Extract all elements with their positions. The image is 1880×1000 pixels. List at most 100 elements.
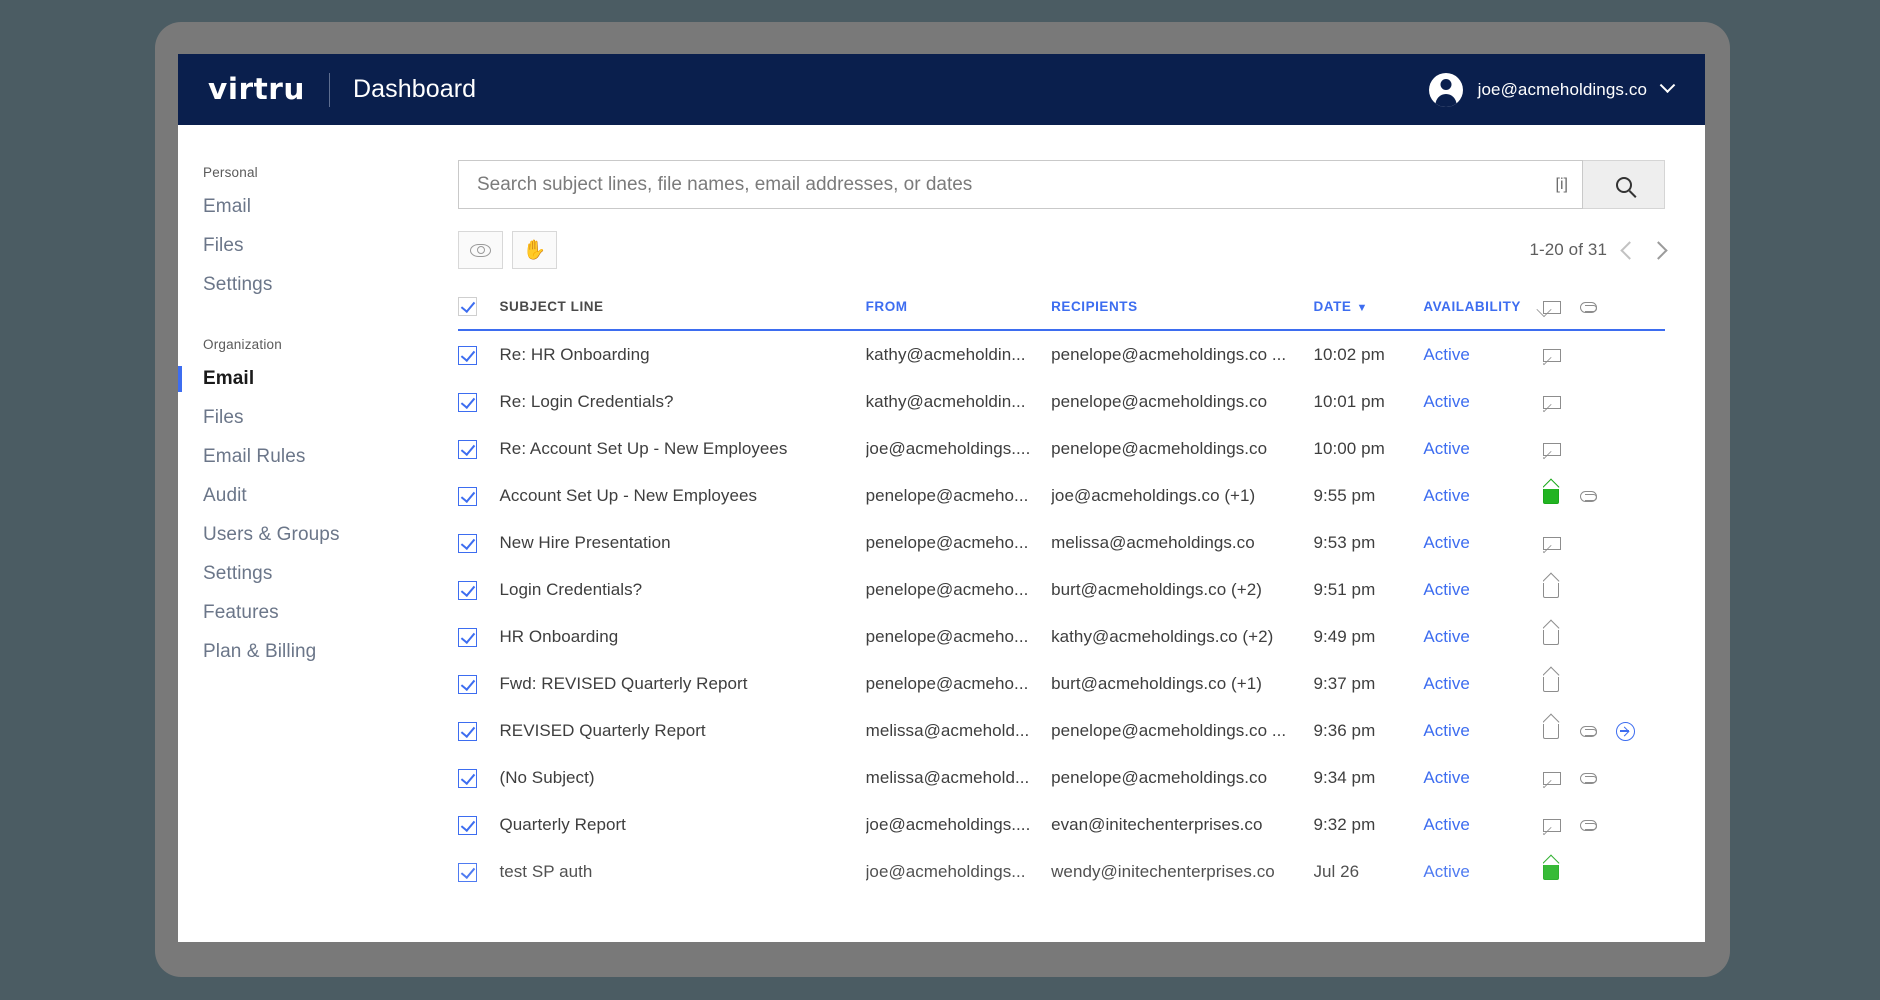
row-subject[interactable]: Re: HR Onboarding bbox=[499, 330, 865, 378]
availability-link[interactable]: Active bbox=[1423, 533, 1470, 552]
sidebar-item-org-features[interactable]: Features bbox=[178, 596, 428, 630]
row-subject[interactable]: Login Credentials? bbox=[499, 566, 865, 613]
availability-link[interactable]: Active bbox=[1423, 392, 1470, 411]
availability-link[interactable]: Active bbox=[1423, 862, 1470, 881]
sidebar-item-org-users-groups[interactable]: Users & Groups bbox=[178, 518, 428, 552]
column-header-recipients[interactable]: RECIPIENTS bbox=[1051, 297, 1314, 331]
availability-link[interactable]: Active bbox=[1423, 580, 1470, 599]
pagination-prev-button[interactable] bbox=[1620, 240, 1639, 260]
row-checkbox[interactable] bbox=[458, 392, 477, 412]
availability-link[interactable]: Active bbox=[1423, 439, 1470, 458]
table-row[interactable]: New Hire Presentation penelope@acmeho... m… bbox=[458, 519, 1665, 566]
envelope-open-icon[interactable] bbox=[1542, 723, 1559, 739]
envelope-open-green-icon[interactable] bbox=[1542, 488, 1559, 504]
envelope-open-icon[interactable] bbox=[1542, 582, 1559, 598]
row-subject[interactable]: New Hire Presentation bbox=[499, 519, 865, 566]
table-row[interactable]: HR Onboarding penelope@acmeho... kathy@acm… bbox=[458, 613, 1665, 660]
sidebar-item-org-email[interactable]: Email bbox=[178, 362, 428, 396]
sidebar-item-personal-settings[interactable]: Settings bbox=[178, 268, 428, 302]
table-row[interactable]: Re: Login Credentials? kathy@acmeholdin..… bbox=[458, 378, 1665, 425]
search-bar: [i] bbox=[458, 160, 1665, 209]
envelope-icon[interactable] bbox=[1542, 348, 1561, 362]
sidebar-item-org-email-rules[interactable]: Email Rules bbox=[178, 440, 428, 474]
envelope-icon[interactable] bbox=[1542, 536, 1561, 550]
row-subject[interactable]: REVISED Quarterly Report bbox=[499, 707, 865, 754]
row-checkbox[interactable] bbox=[458, 439, 477, 459]
availability-link[interactable]: Active bbox=[1423, 345, 1470, 364]
row-checkbox[interactable] bbox=[458, 768, 477, 788]
table-row[interactable]: test SP auth joe@acmeholdings... wendy@ini… bbox=[458, 848, 1665, 895]
envelope-icon[interactable] bbox=[1542, 395, 1561, 409]
row-subject[interactable]: Re: Login Credentials? bbox=[499, 378, 865, 425]
table-row[interactable]: Quarterly Report joe@acmeholdings.... evan… bbox=[458, 801, 1665, 848]
search-info-icon[interactable]: [i] bbox=[1548, 176, 1568, 194]
search-input[interactable] bbox=[477, 173, 1548, 196]
row-date: 9:37 pm bbox=[1313, 673, 1376, 693]
sidebar-item-org-audit[interactable]: Audit bbox=[178, 479, 428, 513]
table-row[interactable]: Re: Account Set Up - New Employees joe@ac… bbox=[458, 425, 1665, 472]
table-row[interactable]: (No Subject) melissa@acmehold... penelope@… bbox=[458, 754, 1665, 801]
row-subject[interactable]: Account Set Up - New Employees bbox=[499, 472, 865, 519]
availability-link[interactable]: Active bbox=[1423, 815, 1470, 834]
account-menu[interactable]: joe@acmeholdings.co bbox=[1428, 72, 1676, 107]
search-button[interactable] bbox=[1583, 160, 1665, 209]
column-header-subject[interactable]: SUBJECT LINE bbox=[499, 297, 866, 331]
row-checkbox[interactable] bbox=[458, 862, 477, 882]
availability-link[interactable]: Active bbox=[1423, 768, 1470, 787]
envelope-open-green-icon[interactable] bbox=[1542, 864, 1559, 880]
sidebar-item-org-settings[interactable]: Settings bbox=[178, 557, 428, 591]
row-subject[interactable]: HR Onboarding bbox=[499, 613, 865, 660]
envelope-open-icon[interactable] bbox=[1542, 629, 1559, 645]
sidebar-item-org-plan-billing[interactable]: Plan & Billing bbox=[178, 635, 428, 669]
envelope-icon[interactable] bbox=[1542, 818, 1561, 832]
row-subject[interactable]: (No Subject) bbox=[499, 754, 865, 801]
availability-link[interactable]: Active bbox=[1423, 627, 1470, 646]
pagination-next-button[interactable] bbox=[1649, 240, 1668, 260]
row-attachment bbox=[1580, 519, 1617, 566]
row-availability: Active bbox=[1423, 472, 1543, 519]
paperclip-icon[interactable] bbox=[1579, 772, 1597, 784]
column-header-from[interactable]: FROM bbox=[865, 297, 1052, 331]
sidebar-item-personal-email[interactable]: Email bbox=[178, 190, 428, 224]
paperclip-icon[interactable] bbox=[1579, 490, 1597, 502]
row-checkbox[interactable] bbox=[458, 627, 477, 647]
sidebar-item-org-files[interactable]: Files bbox=[178, 401, 428, 435]
envelope-open-icon[interactable] bbox=[1542, 676, 1559, 692]
revoke-access-button[interactable]: ✋ bbox=[512, 231, 557, 269]
column-header-date[interactable]: DATE ▼ bbox=[1313, 297, 1424, 331]
row-subject[interactable]: test SP auth bbox=[499, 848, 865, 895]
availability-link[interactable]: Active bbox=[1423, 674, 1470, 693]
paperclip-icon[interactable] bbox=[1579, 725, 1597, 737]
row-subject[interactable]: Fwd: REVISED Quarterly Report bbox=[499, 660, 865, 707]
row-checkbox[interactable] bbox=[458, 580, 477, 600]
row-checkbox[interactable] bbox=[458, 815, 477, 835]
row-checkbox[interactable] bbox=[458, 533, 477, 553]
paperclip-icon[interactable] bbox=[1579, 819, 1597, 831]
column-header-availability[interactable]: AVAILABILITY bbox=[1423, 297, 1543, 331]
row-select-cell bbox=[458, 425, 499, 472]
table-row[interactable]: Login Credentials? penelope@acmeho... burt… bbox=[458, 566, 1665, 613]
row-from: penelope@acmeho... bbox=[865, 626, 1029, 646]
row-recipients: penelope@acmeholdings.co ... bbox=[1051, 344, 1287, 364]
select-all-checkbox[interactable] bbox=[458, 297, 477, 316]
pagination: 1-20 of 31 bbox=[1529, 240, 1668, 260]
row-checkbox[interactable] bbox=[458, 345, 477, 365]
row-subject[interactable]: Re: Account Set Up - New Employees bbox=[499, 425, 865, 472]
row-subject[interactable]: Quarterly Report bbox=[499, 801, 865, 848]
row-select-cell bbox=[458, 472, 499, 519]
table-row[interactable]: Account Set Up - New Employees penelope@a… bbox=[458, 472, 1665, 519]
table-row[interactable]: Fwd: REVISED Quarterly Report penelope@ac… bbox=[458, 660, 1665, 707]
availability-link[interactable]: Active bbox=[1423, 721, 1470, 740]
sidebar-item-personal-files[interactable]: Files bbox=[178, 229, 428, 263]
envelope-icon[interactable] bbox=[1542, 442, 1561, 456]
row-checkbox[interactable] bbox=[458, 721, 477, 741]
view-access-button[interactable] bbox=[458, 231, 503, 269]
envelope-icon[interactable] bbox=[1542, 771, 1561, 785]
forward-arrow-icon[interactable] bbox=[1616, 721, 1636, 741]
brand: virtru Dashboard bbox=[208, 72, 476, 107]
table-row[interactable]: Re: HR Onboarding kathy@acmeholdin... pene… bbox=[458, 330, 1665, 378]
table-row[interactable]: REVISED Quarterly Report melissa@acmehold… bbox=[458, 707, 1665, 754]
availability-link[interactable]: Active bbox=[1423, 486, 1470, 505]
row-checkbox[interactable] bbox=[458, 486, 477, 506]
row-checkbox[interactable] bbox=[458, 674, 477, 694]
